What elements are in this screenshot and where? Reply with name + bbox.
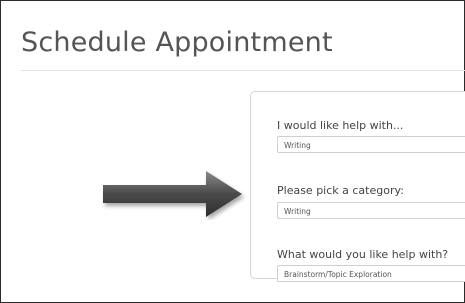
help-with-label: I would like help with... — [277, 119, 404, 132]
page-title: Schedule Appointment — [21, 27, 333, 58]
category-select[interactable]: Writing — [277, 202, 465, 219]
screenshot-frame: Schedule Appointment I would like help w… — [0, 0, 465, 303]
appointment-form-card: I would like help with... Writing Please… — [250, 91, 465, 282]
help-topic-select[interactable]: Brainstorm/Topic Exploration — [277, 265, 465, 282]
help-with-select[interactable]: Writing — [277, 136, 465, 153]
title-divider — [21, 70, 465, 71]
category-label: Please pick a category: — [277, 184, 404, 197]
help-topic-label: What would you like help with? — [277, 248, 449, 261]
arrow-right-icon — [103, 171, 242, 217]
